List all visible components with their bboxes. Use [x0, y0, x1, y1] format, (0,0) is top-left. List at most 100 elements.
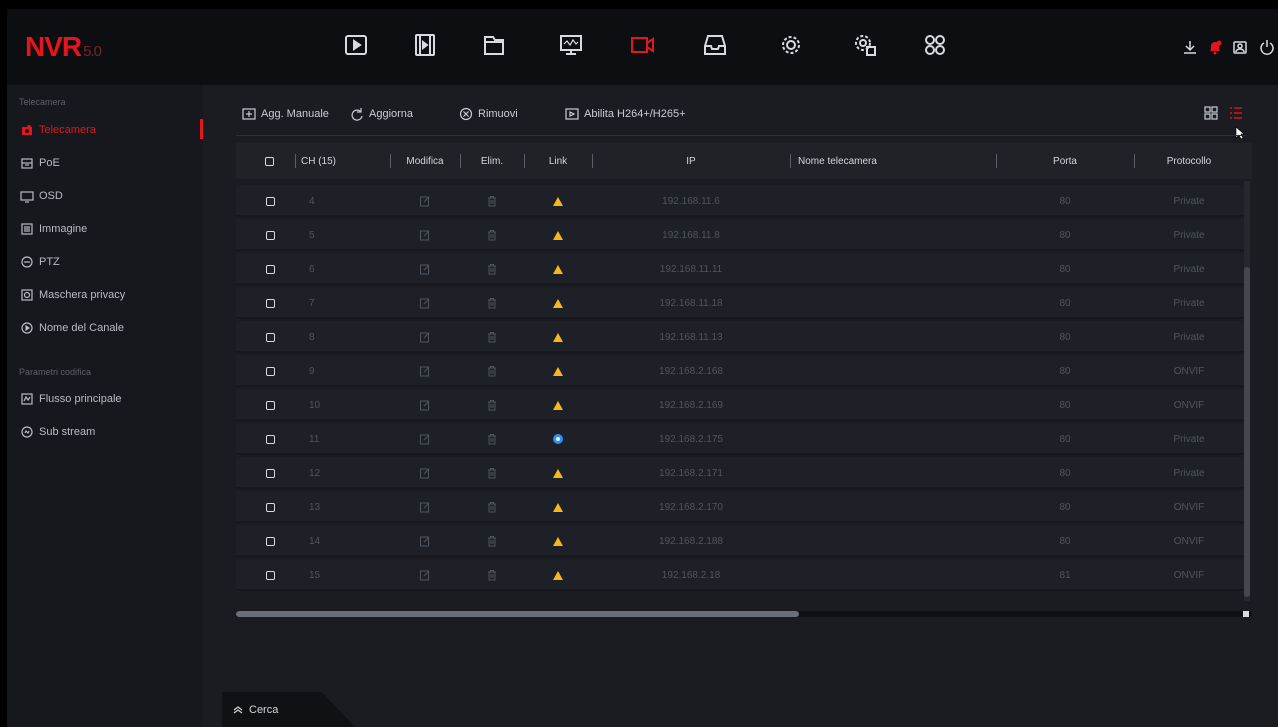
- row-checkbox[interactable]: [266, 355, 275, 387]
- row-checkbox[interactable]: [266, 321, 275, 353]
- table-row[interactable]: 12 192.168.2.171 80 Private: [236, 457, 1244, 489]
- monitor-icon[interactable]: [556, 30, 586, 60]
- table-row[interactable]: 4 192.168.11.6 80 Private: [236, 185, 1244, 217]
- camera-icon[interactable]: [628, 30, 658, 60]
- image-icon: [20, 222, 34, 236]
- edit-icon[interactable]: [390, 321, 460, 353]
- col-port[interactable]: Porta: [996, 143, 1134, 179]
- refresh-button[interactable]: Aggiorna: [350, 106, 413, 122]
- edit-icon[interactable]: [390, 185, 460, 217]
- gear-icon[interactable]: [776, 30, 806, 60]
- table-row[interactable]: 9 192.168.2.168 80 ONVIF: [236, 355, 1244, 387]
- sidebar-item-ptz[interactable]: PTZ: [7, 249, 203, 275]
- user-icon[interactable]: [1232, 39, 1248, 55]
- section-title-camera: Telecamera: [19, 97, 66, 107]
- table-row[interactable]: 15 192.168.2.18 81 ONVIF: [236, 559, 1244, 591]
- add-manual-button[interactable]: Agg. Manuale: [242, 106, 329, 122]
- edit-icon[interactable]: [390, 355, 460, 387]
- sidebar-item-maschera-privacy[interactable]: Maschera privacy: [7, 282, 203, 308]
- row-port: 80: [1059, 467, 1071, 479]
- select-all-checkbox[interactable]: [265, 143, 274, 179]
- alarm-bell-icon[interactable]: [1207, 39, 1223, 55]
- storage-icon[interactable]: [700, 30, 730, 60]
- delete-icon[interactable]: [460, 457, 524, 489]
- col-ch[interactable]: CH (15): [295, 143, 390, 179]
- row-ip: 192.168.11.8: [662, 229, 720, 241]
- remove-button[interactable]: Rimuovi: [459, 106, 518, 122]
- row-camera-name: [798, 491, 996, 523]
- row-checkbox[interactable]: [266, 253, 275, 285]
- row-camera-name: [798, 457, 996, 489]
- sidebar-item-sub-stream[interactable]: Sub stream: [7, 419, 203, 445]
- add-camera-icon: [242, 108, 256, 120]
- sidebar-item-immagine[interactable]: Immagine: [7, 216, 203, 242]
- sidebar-item-nome-canale[interactable]: Nome del Canale: [7, 315, 203, 341]
- playback-icon[interactable]: [341, 30, 371, 60]
- row-port: 80: [1059, 501, 1071, 513]
- table-row[interactable]: 10 192.168.2.169 80 ONVIF: [236, 389, 1244, 421]
- table-row[interactable]: 6 192.168.11.11 80 Private: [236, 253, 1244, 285]
- row-checkbox[interactable]: [266, 457, 275, 489]
- delete-icon[interactable]: [460, 355, 524, 387]
- edit-icon[interactable]: [390, 525, 460, 557]
- delete-icon[interactable]: [460, 525, 524, 557]
- edit-icon[interactable]: [390, 253, 460, 285]
- table-row[interactable]: 11 192.168.2.175 80 Private: [236, 423, 1244, 455]
- delete-icon[interactable]: [460, 321, 524, 353]
- row-checkbox[interactable]: [266, 525, 275, 557]
- system-settings-icon[interactable]: [850, 30, 880, 60]
- edit-icon[interactable]: [390, 423, 460, 455]
- row-ip: 192.168.2.175: [659, 433, 723, 445]
- row-checkbox[interactable]: [266, 287, 275, 319]
- row-port: 80: [1059, 229, 1071, 241]
- delete-icon[interactable]: [460, 287, 524, 319]
- sidebar-item-osd[interactable]: OSD: [7, 183, 203, 209]
- table-row[interactable]: 5 192.168.11.8 80 Private: [236, 219, 1244, 251]
- row-checkbox[interactable]: [266, 185, 275, 217]
- row-checkbox[interactable]: [266, 559, 275, 591]
- link-warning-icon: [524, 457, 592, 489]
- edit-icon[interactable]: [390, 559, 460, 591]
- table-row[interactable]: 8 192.168.11.13 80 Private: [236, 321, 1244, 353]
- list-view-icon[interactable]: [1229, 106, 1243, 120]
- row-protocol: Private: [1173, 297, 1205, 309]
- vertical-scrollbar-thumb[interactable]: [1244, 267, 1250, 597]
- power-icon[interactable]: [1259, 39, 1275, 55]
- row-ip: 192.168.2.171: [659, 467, 723, 479]
- sidebar-item-flusso-principale[interactable]: Flusso principale: [7, 386, 203, 412]
- file-icon[interactable]: [479, 30, 509, 60]
- table-row[interactable]: 14 192.168.2.188 80 ONVIF: [236, 525, 1244, 557]
- row-checkbox[interactable]: [266, 423, 275, 455]
- search-tab-label: Cerca: [249, 703, 279, 716]
- edit-icon[interactable]: [390, 219, 460, 251]
- row-checkbox[interactable]: [266, 491, 275, 523]
- grid-view-icon[interactable]: [1204, 106, 1218, 120]
- col-ip[interactable]: IP: [592, 143, 790, 179]
- film-icon[interactable]: [410, 30, 440, 60]
- edit-icon[interactable]: [390, 287, 460, 319]
- download-icon[interactable]: [1182, 39, 1198, 55]
- codec-icon: [565, 108, 579, 120]
- sidebar-item-telecamera[interactable]: Telecamera: [7, 117, 203, 143]
- delete-icon[interactable]: [460, 219, 524, 251]
- table-row[interactable]: 7 192.168.11.18 80 Private: [236, 287, 1244, 319]
- delete-icon[interactable]: [460, 185, 524, 217]
- col-camera-name[interactable]: Nome telecamera: [790, 143, 996, 179]
- search-tab[interactable]: Cerca: [222, 692, 355, 727]
- apps-grid-icon[interactable]: [920, 30, 950, 60]
- col-protocol[interactable]: Protocollo: [1134, 143, 1244, 179]
- table-row[interactable]: 13 192.168.2.170 80 ONVIF: [236, 491, 1244, 523]
- row-checkbox[interactable]: [266, 389, 275, 421]
- row-checkbox[interactable]: [266, 219, 275, 251]
- edit-icon[interactable]: [390, 457, 460, 489]
- edit-icon[interactable]: [390, 491, 460, 523]
- horizontal-scrollbar-thumb[interactable]: [236, 611, 799, 617]
- sidebar-item-poe[interactable]: PoE: [7, 150, 203, 176]
- edit-icon[interactable]: [390, 389, 460, 421]
- enable-codec-button[interactable]: Abilita H264+/H265+: [565, 106, 686, 122]
- delete-icon[interactable]: [460, 389, 524, 421]
- delete-icon[interactable]: [460, 253, 524, 285]
- delete-icon[interactable]: [460, 559, 524, 591]
- delete-icon[interactable]: [460, 491, 524, 523]
- delete-icon[interactable]: [460, 423, 524, 455]
